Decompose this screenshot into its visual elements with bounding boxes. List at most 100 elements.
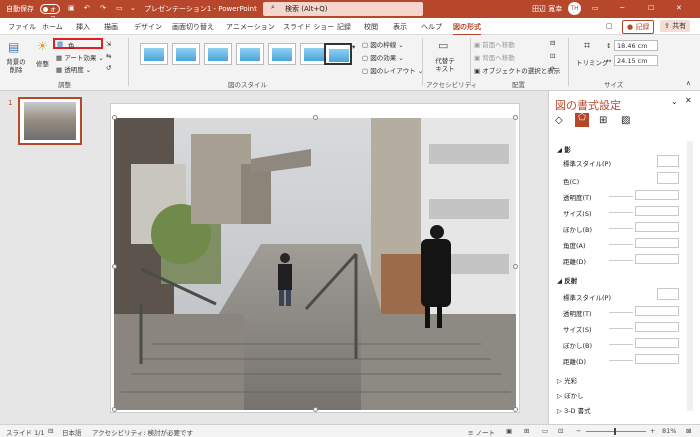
ribbon-options-icon[interactable]: ▭: [592, 4, 599, 12]
resize-handle-left[interactable]: [112, 264, 117, 269]
transparency-button[interactable]: ▦ 透明度 ⌄: [56, 64, 91, 74]
shadow-color-dropdown[interactable]: [657, 172, 679, 184]
normal-view-icon[interactable]: ▣: [506, 427, 512, 435]
save-icon[interactable]: ▣: [68, 4, 75, 12]
pane-options-icon[interactable]: ⌄: [671, 97, 678, 106]
gallery-more-icon[interactable]: ▾: [352, 43, 355, 51]
shadow-blur-field[interactable]: [635, 222, 679, 232]
3d-format-section[interactable]: ▷ 3-D 書式: [557, 405, 591, 415]
resize-handle-right[interactable]: [513, 264, 518, 269]
slide-canvas[interactable]: [110, 103, 520, 413]
minimize-icon[interactable]: ─: [620, 4, 624, 12]
comments-icon[interactable]: ▢: [606, 22, 613, 30]
shadow-distance-field[interactable]: [635, 254, 679, 264]
tab-animations[interactable]: アニメーション: [226, 22, 275, 32]
style-thumb-5[interactable]: [268, 43, 296, 65]
undo-icon[interactable]: ↶: [84, 4, 90, 12]
slide-sorter-icon[interactable]: ⊞: [524, 427, 529, 435]
resize-handle-top[interactable]: [313, 115, 318, 120]
zoom-out-icon[interactable]: −: [576, 427, 581, 435]
reset-picture-icon[interactable]: ↺: [106, 64, 111, 72]
style-thumb-2[interactable]: [172, 43, 200, 65]
tab-record[interactable]: 記録: [337, 22, 351, 32]
customize-qat-icon[interactable]: ⌄: [130, 4, 136, 12]
shadow-angle-field[interactable]: [635, 238, 679, 248]
tab-home[interactable]: ホーム: [42, 22, 63, 32]
artistic-effects-button[interactable]: ▦ アート効果 ⌄: [56, 52, 104, 62]
close-icon[interactable]: ✕: [676, 4, 682, 12]
selection-pane-button[interactable]: ▣ オブジェクトの選択と表示: [474, 65, 560, 75]
tab-insert[interactable]: 挿入: [76, 22, 90, 32]
reading-view-icon[interactable]: ▭: [542, 427, 548, 435]
accessibility-status[interactable]: アクセシビリティ: 検討が必要です: [92, 427, 193, 437]
shadow-transparency-field[interactable]: [635, 190, 679, 200]
style-thumb-4[interactable]: [236, 43, 264, 65]
tab-picture-format[interactable]: 図の形式: [453, 22, 481, 36]
change-picture-icon[interactable]: ⇆: [106, 52, 111, 60]
corrections-button[interactable]: 修整: [36, 58, 49, 68]
remove-background-button[interactable]: 背景の削除: [5, 58, 27, 74]
tab-help[interactable]: ヘルプ: [421, 22, 442, 32]
pane-close-icon[interactable]: ✕: [685, 96, 692, 105]
reflection-transparency-field[interactable]: [635, 306, 679, 316]
reflection-distance-field[interactable]: [635, 354, 679, 364]
tab-transitions[interactable]: 画面切り替え: [172, 22, 214, 32]
slideshow-icon[interactable]: ⊡: [558, 427, 563, 435]
effects-icon[interactable]: ⬠: [575, 113, 589, 127]
group-icon[interactable]: ⊡: [550, 52, 555, 60]
resize-handle-top-right[interactable]: [513, 115, 518, 120]
slide-thumbnail[interactable]: [18, 97, 82, 145]
fill-line-icon[interactable]: ◇: [555, 115, 563, 126]
zoom-level[interactable]: 81%: [662, 427, 676, 435]
alt-text-button[interactable]: 代替テキスト: [434, 57, 456, 73]
redo-icon[interactable]: ↷: [100, 4, 106, 12]
picture-effects-button[interactable]: ▢ 図の効果 ⌄: [362, 52, 404, 62]
zoom-slider[interactable]: [586, 431, 646, 432]
resize-handle-bottom[interactable]: [313, 407, 318, 412]
zoom-slider-thumb[interactable]: [614, 428, 616, 435]
pane-scrollbar[interactable]: [687, 141, 693, 411]
reflection-size-field[interactable]: [635, 322, 679, 332]
autosave-toggle[interactable]: オフ: [40, 4, 60, 23]
resize-handle-bottom-left[interactable]: [112, 407, 117, 412]
fit-to-window-icon[interactable]: ⊠: [686, 427, 691, 435]
shadow-preset-dropdown[interactable]: [657, 155, 679, 167]
tab-slideshow[interactable]: スライド ショー: [283, 22, 334, 32]
avatar[interactable]: TH: [568, 2, 581, 15]
street-photo[interactable]: [111, 104, 521, 414]
size-properties-icon[interactable]: ⊞: [599, 115, 607, 126]
reflection-blur-field[interactable]: [635, 338, 679, 348]
collapse-ribbon-icon[interactable]: ∧: [686, 79, 691, 87]
shadow-size-field[interactable]: [635, 206, 679, 216]
resize-handle-top-left[interactable]: [112, 115, 117, 120]
style-thumb-1[interactable]: [140, 43, 168, 65]
picture-icon[interactable]: ▨: [621, 115, 630, 126]
notes-button[interactable]: ≡ ノート: [468, 427, 495, 437]
send-backward-button[interactable]: ▣ 背面へ移動: [474, 52, 515, 62]
compress-icon[interactable]: ⇲: [106, 40, 111, 48]
align-icon[interactable]: ⊟: [550, 39, 555, 47]
shadow-section[interactable]: ◢ 影: [557, 144, 571, 154]
maximize-icon[interactable]: ☐: [648, 4, 654, 12]
style-thumb-7[interactable]: [324, 43, 352, 65]
rotate-icon[interactable]: ⟳: [550, 65, 555, 73]
height-field[interactable]: 18.46 cm: [614, 40, 658, 51]
reflection-preset-dropdown[interactable]: [657, 288, 679, 300]
crop-button[interactable]: トリミング: [576, 57, 609, 67]
search-box[interactable]: ⌕ 検索 (Alt+Q): [263, 2, 423, 16]
resize-handle-bottom-right[interactable]: [513, 407, 518, 412]
spellcheck-icon[interactable]: ⊟: [48, 427, 53, 435]
present-icon[interactable]: ▭: [116, 4, 123, 12]
tab-review[interactable]: 校閲: [364, 22, 378, 32]
bring-forward-button[interactable]: ▣ 前面へ移動: [474, 39, 515, 49]
color-button[interactable]: ▦ 色: [53, 38, 103, 50]
width-field[interactable]: 24.15 cm: [614, 55, 658, 66]
picture-layout-button[interactable]: ▢ 図のレイアウト ⌄: [362, 65, 423, 75]
glow-section[interactable]: ▷ 光彩: [557, 375, 577, 385]
picture-border-button[interactable]: ▢ 図の枠線 ⌄: [362, 39, 404, 49]
record-button[interactable]: ● 記録: [622, 20, 655, 34]
soft-edges-section[interactable]: ▷ ぼかし: [557, 390, 584, 400]
style-thumb-3[interactable]: [204, 43, 232, 65]
tab-design[interactable]: デザイン: [134, 22, 162, 32]
tab-draw[interactable]: 描画: [104, 22, 118, 32]
